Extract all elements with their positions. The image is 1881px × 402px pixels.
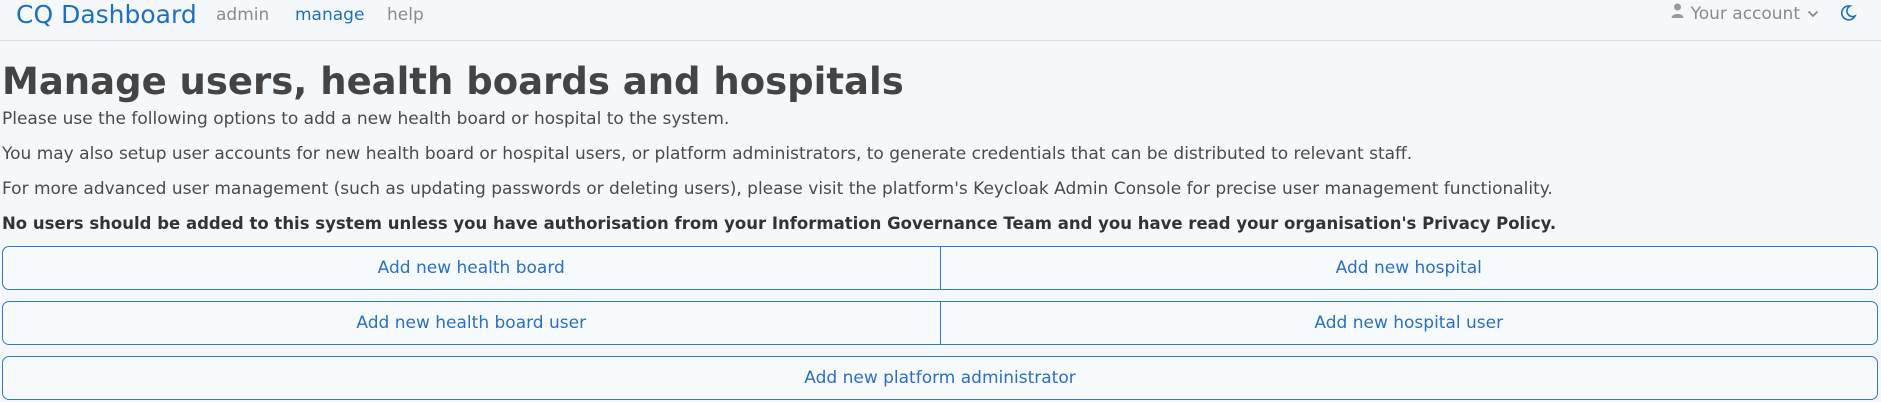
page-title: Manage users, health boards and hospital… xyxy=(2,60,904,103)
intro-paragraph-3: For more advanced user management (such … xyxy=(2,179,1553,199)
nav-link-help[interactable]: help xyxy=(387,4,424,26)
add-hospital-user-button[interactable]: Add new hospital user xyxy=(939,302,1878,344)
button-row-users: Add new health board user Add new hospit… xyxy=(2,301,1878,345)
brand-link[interactable]: CQ Dashboard xyxy=(16,0,197,30)
button-row-entities: Add new health board Add new hospital xyxy=(2,246,1878,290)
add-hospital-button[interactable]: Add new hospital xyxy=(939,247,1878,289)
account-menu[interactable]: Your account xyxy=(1671,3,1819,25)
account-label: Your account xyxy=(1690,4,1800,24)
user-icon xyxy=(1671,3,1684,25)
add-platform-admin-button[interactable]: Add new platform administrator xyxy=(3,357,1877,399)
intro-paragraph-1: Please use the following options to add … xyxy=(2,109,730,129)
governance-warning: No users should be added to this system … xyxy=(2,214,1557,233)
navbar: CQ Dashboard admin manage help Your acco… xyxy=(0,0,1881,41)
nav-link-admin[interactable]: admin xyxy=(216,4,269,26)
chevron-down-icon xyxy=(1807,3,1819,25)
button-row-admin: Add new platform administrator xyxy=(2,356,1878,400)
nav-link-manage[interactable]: manage xyxy=(295,4,364,26)
intro-paragraph-2: You may also setup user accounts for new… xyxy=(2,144,1413,164)
add-health-board-user-button[interactable]: Add new health board user xyxy=(3,302,940,344)
add-health-board-button[interactable]: Add new health board xyxy=(3,247,940,289)
moon-icon[interactable] xyxy=(1839,4,1857,22)
